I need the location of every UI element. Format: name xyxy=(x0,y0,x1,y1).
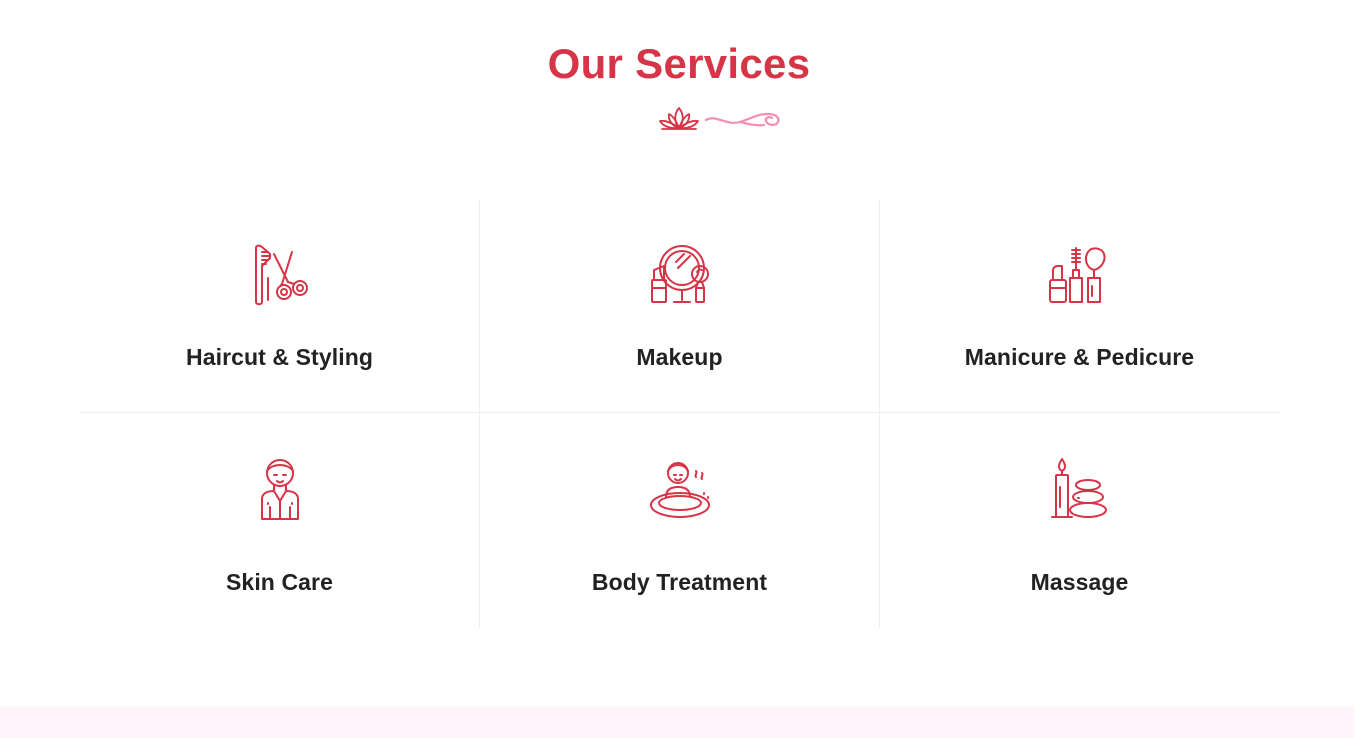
next-section-background xyxy=(0,706,1355,738)
service-card-massage[interactable]: Massage xyxy=(879,413,1279,628)
face-mask-woman-icon xyxy=(260,459,299,520)
mirror-lipstick-brush-icon xyxy=(650,245,709,303)
service-label: Haircut & Styling xyxy=(185,344,373,370)
services-grid: Haircut & Styling Makeup Manicure & Pedi… xyxy=(80,200,1279,628)
service-card-haircut[interactable]: Haircut & Styling xyxy=(80,200,479,413)
section-title: Our Services xyxy=(547,40,811,87)
service-card-manicure-pedicure[interactable]: Manicure & Pedicure xyxy=(879,200,1279,413)
service-card-makeup[interactable]: Makeup xyxy=(479,200,879,413)
service-label: Makeup xyxy=(636,344,723,370)
service-card-body-treatment[interactable]: Body Treatment xyxy=(479,413,879,628)
candle-hot-stones-icon xyxy=(1050,458,1107,518)
comb-scissors-icon xyxy=(254,244,308,306)
services-section: Our Services Haircut & Styling Makeup Ma… xyxy=(0,0,1355,706)
lotus-swirl-ornament-icon xyxy=(659,107,780,130)
spa-bath-woman-icon xyxy=(649,462,710,518)
service-card-skin-care[interactable]: Skin Care xyxy=(80,413,479,628)
service-label: Manicure & Pedicure xyxy=(964,344,1195,370)
nail-polish-mascara-brush-icon xyxy=(1048,247,1105,303)
service-label: Body Treatment xyxy=(591,569,768,595)
service-label: Skin Care xyxy=(225,569,333,595)
service-label: Massage xyxy=(1030,569,1129,595)
